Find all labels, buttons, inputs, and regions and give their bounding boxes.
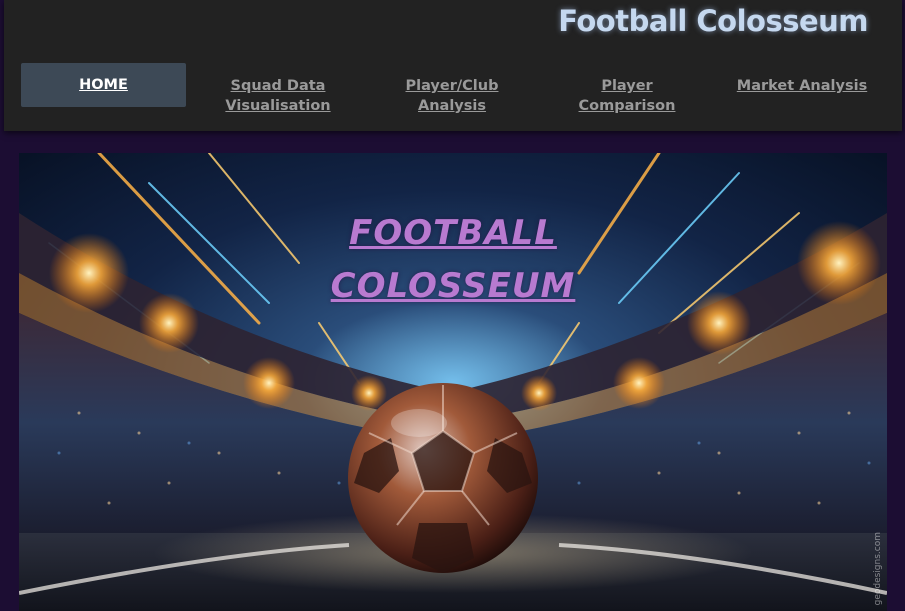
hero-banner: FOOTBALL COLOSSEUM geodesigns.com	[19, 153, 887, 611]
image-watermark: geodesigns.com	[873, 531, 883, 605]
hero-title-line2: COLOSSEUM	[330, 266, 576, 306]
site-header: Football Colosseum HOME Squad Data Visua…	[4, 0, 902, 131]
nav-market-analysis[interactable]: Market Analysis	[732, 75, 872, 97]
nav-squad-data-visualisation[interactable]: Squad Data Visualisation	[218, 75, 338, 117]
nav-home[interactable]: HOME	[21, 63, 186, 107]
nav-player-club-analysis[interactable]: Player/Club Analysis	[397, 75, 507, 117]
hero-title-line1: FOOTBALL	[349, 213, 557, 253]
site-title: Football Colosseum	[558, 4, 868, 38]
nav-player-comparison[interactable]: Player Comparison	[572, 75, 682, 117]
